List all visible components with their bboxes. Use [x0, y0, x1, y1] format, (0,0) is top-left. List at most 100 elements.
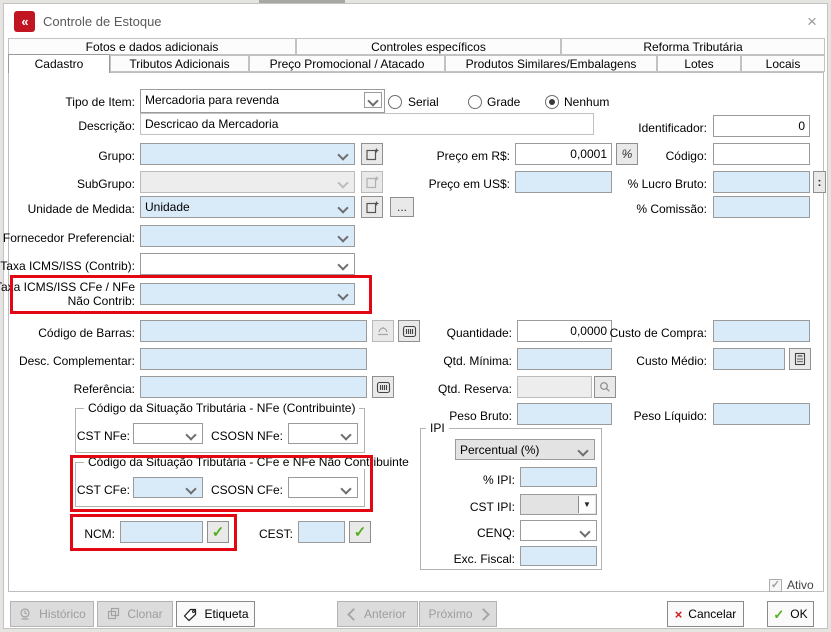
cancel-x-icon: × [675, 608, 683, 621]
tab-preco-promocional[interactable]: Preço Promocional / Atacado [249, 55, 445, 72]
unidade-value: Unidade [145, 200, 190, 214]
app-icon: « [14, 11, 35, 32]
triangle-down-icon: ▼ [583, 500, 591, 509]
check-icon: ✓ [771, 579, 780, 591]
radio-serial[interactable] [388, 95, 402, 109]
unidade-label: Unidade de Medida: [0, 202, 135, 216]
lucro-bruto-label: % Lucro Bruto: [507, 177, 707, 191]
ativo-checkbox: ✓ [769, 579, 782, 592]
chevron-left-icon [347, 608, 360, 621]
ok-button[interactable]: ✓ OK [767, 601, 814, 627]
taxa-contrib-combo[interactable] [140, 253, 355, 275]
chevron-down-icon [367, 95, 378, 106]
fornecedor-label: Fornecedor Preferencial: [0, 231, 135, 245]
tipo-de-item-combo[interactable]: Mercadoria para revenda [140, 89, 385, 113]
ipi-pct-input[interactable] [520, 467, 597, 487]
history-clock-icon [18, 607, 33, 622]
tab-lotes[interactable]: Lotes [657, 55, 741, 72]
csosn-cfe-label: CSOSN CFe: [83, 483, 283, 497]
chevron-down-icon [577, 445, 588, 456]
colon-icon: : [818, 175, 822, 189]
ipi-exc-input[interactable] [520, 546, 597, 566]
taxa-nao-contrib-combo[interactable] [140, 283, 355, 305]
peso-liquido-label: Peso Líquido: [507, 409, 707, 423]
peso-liquido-input[interactable] [713, 403, 810, 425]
subgrupo-label: SubGrupo: [0, 177, 135, 191]
chevron-down-icon [337, 202, 348, 213]
qtd-reserva-input [517, 376, 592, 398]
csosn-nfe-label: CSOSN NFe: [83, 429, 283, 443]
ipi-cenq-combo[interactable] [520, 520, 597, 541]
tab-locais[interactable]: Locais [741, 55, 825, 72]
calculator-button[interactable] [789, 348, 811, 370]
custo-compra-input[interactable] [713, 320, 810, 342]
dropdown-button[interactable]: ▼ [578, 496, 595, 513]
tab-produtos-similares[interactable]: Produtos Similares/Embalagens [445, 55, 657, 72]
chevron-right-icon [477, 608, 490, 621]
ipi-exc-label: Exc. Fiscal: [315, 552, 515, 566]
etiqueta-button[interactable]: Etiqueta [176, 601, 255, 627]
lucro-bruto-input[interactable] [713, 171, 810, 193]
preco-rs-label: Preço em R$: [310, 149, 510, 163]
unidade-combo[interactable]: Unidade [140, 196, 355, 218]
close-icon[interactable]: × [802, 12, 822, 32]
radio-grade[interactable] [468, 95, 482, 109]
calculator-icon [793, 352, 807, 366]
codigo-barras-label: Código de Barras: [0, 326, 135, 340]
screenshot-root: « Controle de Estoque × Fotos e dados ad… [0, 0, 831, 632]
lucro-bruto-side-button[interactable]: : [813, 171, 826, 193]
tag-icon [182, 607, 198, 622]
tab-label: Preço Promocional / Atacado [270, 57, 425, 71]
identificador-label: Identificador: [507, 121, 707, 135]
ok-check-icon: ✓ [773, 608, 784, 621]
ipi-cenq-label: CENQ: [315, 526, 515, 540]
clonar-button: Clonar [97, 601, 173, 627]
qtd-reserva-search-button[interactable] [594, 376, 616, 398]
fornecedor-combo[interactable] [140, 225, 355, 247]
csosn-nfe-combo[interactable] [288, 423, 358, 444]
unidade-add-button[interactable] [361, 196, 383, 218]
comissao-label: % Comissão: [507, 202, 707, 216]
historico-label: Histórico [39, 607, 86, 621]
tab-label: Tributos Adicionais [129, 57, 229, 71]
magnifier-icon [598, 380, 612, 394]
window-title: Controle de Estoque [43, 14, 162, 29]
custo-compra-label: Custo de Compra: [507, 326, 707, 340]
ipi-mode-combo[interactable]: Percentual (%) [455, 439, 595, 460]
descricao-label: Descrição: [0, 119, 135, 133]
codigo-input[interactable] [713, 143, 810, 165]
tab-reforma-tributaria[interactable]: Reforma Tributária [561, 38, 825, 55]
radio-nenhum-label: Nenhum [564, 95, 609, 109]
desc-complementar-label: Desc. Complementar: [0, 354, 135, 368]
combo-button[interactable] [364, 92, 382, 108]
tab-tributos-adicionais[interactable]: Tributos Adicionais [110, 55, 249, 72]
ipi-cst-combo[interactable]: ▼ [520, 494, 597, 515]
taxa-contrib-label: Taxa ICMS/ISS (Contrib): [0, 259, 135, 273]
ellipsis-icon: ... [397, 200, 407, 214]
comissao-input[interactable] [713, 196, 810, 218]
taxa-nao-contrib-label-line1: Taxa ICMS/ISS CFe / NFe [0, 280, 135, 294]
title-bar[interactable]: « Controle de Estoque × [4, 4, 827, 34]
qtd-reserva-label: Qtd. Reserva: [312, 382, 512, 396]
anterior-label: Anterior [364, 607, 406, 621]
tipo-de-item-value: Mercadoria para revenda [145, 93, 279, 107]
chevron-down-icon [337, 259, 348, 270]
tab-cadastro[interactable]: Cadastro [8, 54, 110, 73]
ipi-cst-label: CST IPI: [315, 500, 515, 514]
chevron-down-icon [579, 526, 590, 537]
ipi-pct-label: % IPI: [315, 473, 515, 487]
proximo-label: Próximo [428, 607, 472, 621]
clone-icon [107, 607, 121, 621]
unidade-more-button[interactable]: ... [390, 197, 414, 217]
chevron-down-icon [337, 289, 348, 300]
ok-label: OK [790, 607, 807, 621]
tab-fotos-e-dados-adicionais[interactable]: Fotos e dados adicionais [8, 38, 296, 55]
tab-controles-especificos[interactable]: Controles específicos [296, 38, 561, 55]
groupbox-cst-nfe-title: Código da Situação Tributária - NFe (Con… [84, 401, 359, 415]
cancelar-button[interactable]: × Cancelar [667, 601, 744, 627]
radio-nenhum[interactable] [545, 95, 559, 109]
cancelar-label: Cancelar [688, 607, 736, 621]
tab-label: Reforma Tributária [643, 40, 742, 54]
custo-medio-input[interactable] [713, 348, 785, 370]
identificador-input[interactable]: 0 [713, 115, 810, 137]
